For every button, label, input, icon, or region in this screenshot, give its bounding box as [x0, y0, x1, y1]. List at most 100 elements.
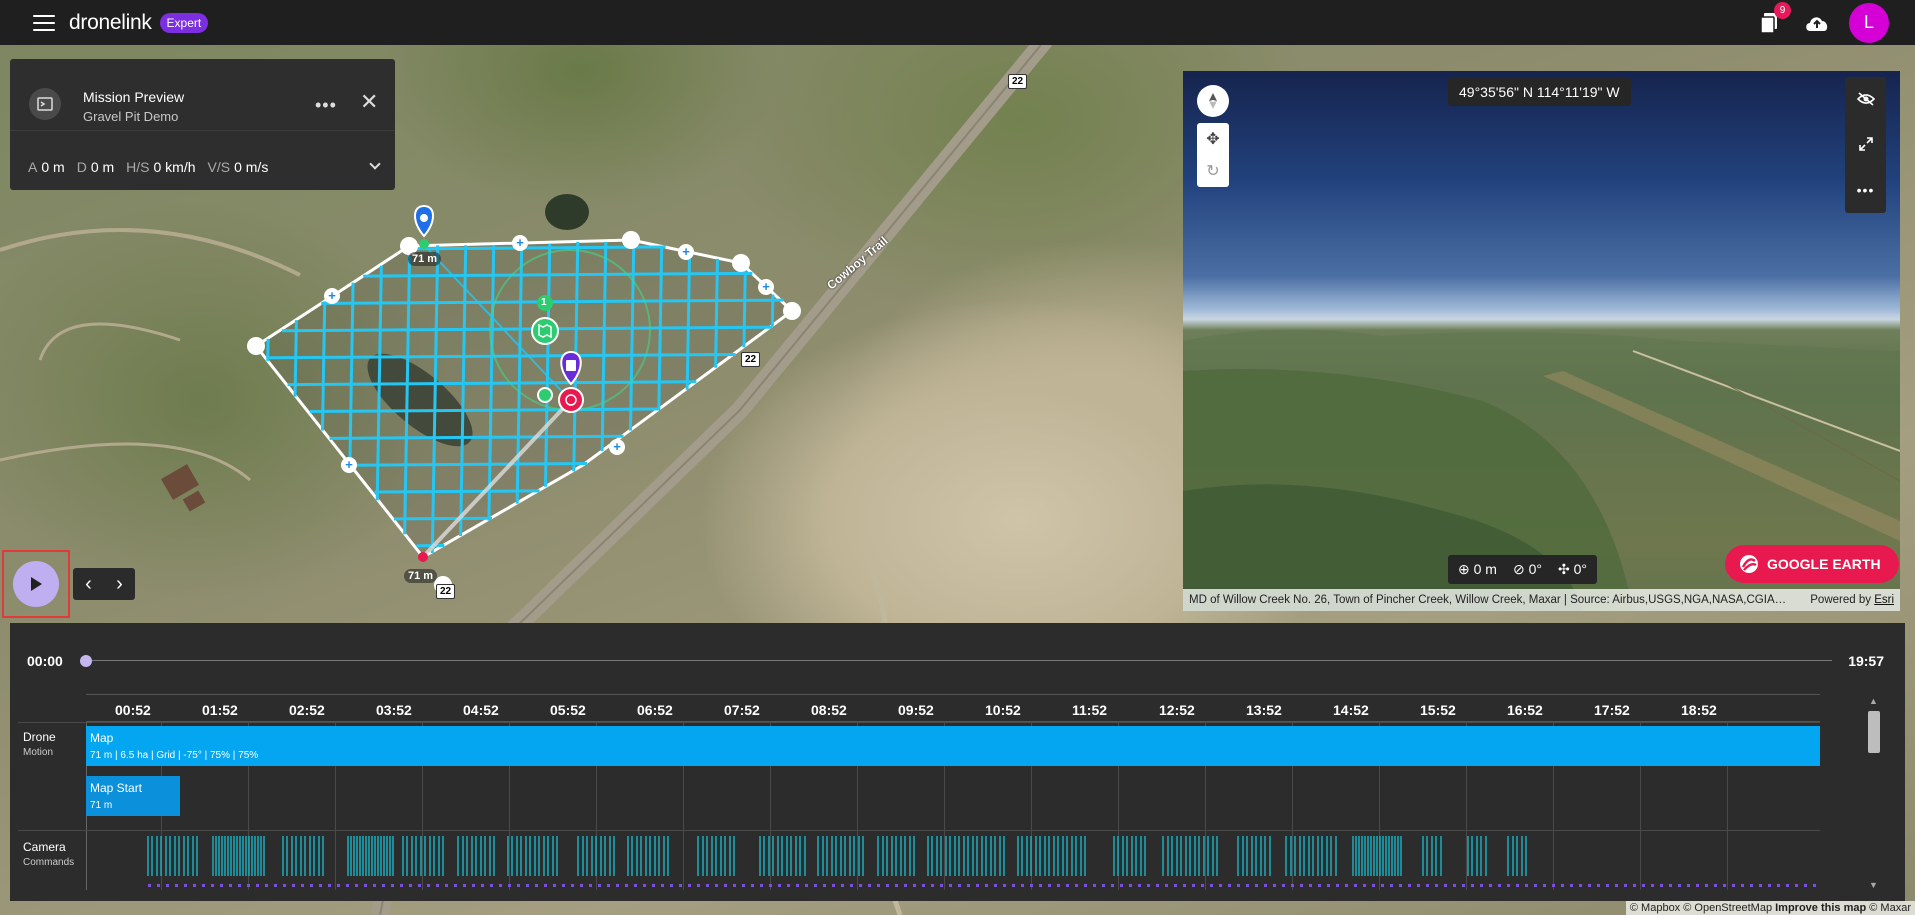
start-time: 00:00	[27, 653, 63, 669]
terminal-icon	[29, 88, 61, 120]
svg-text:+: +	[613, 439, 621, 454]
svg-text:+: +	[328, 288, 336, 303]
ruler-tick-label: 17:52	[1594, 702, 1630, 718]
notification-count: 9	[1774, 1, 1791, 19]
timeline-scrollbar[interactable]: ▲ ▼	[1867, 694, 1881, 890]
pan-icon[interactable]: ✥	[1197, 123, 1229, 155]
telemetry-stats: A0 m D0 m H/S 0 km/h V/S 0 m/s	[28, 159, 268, 175]
altitude-stat: A0 m	[28, 159, 65, 175]
vertex-handle[interactable]	[622, 231, 640, 249]
ruler-tick-label: 15:52	[1420, 702, 1456, 718]
segment-title: Map	[90, 731, 114, 745]
hide-eye-icon[interactable]	[1856, 92, 1875, 106]
scroll-down-icon[interactable]: ▼	[1869, 880, 1878, 890]
gimbal-readout: ✣ 0°	[1557, 561, 1587, 577]
powered-by: Powered by Esri	[1810, 594, 1894, 606]
ruler-tick-label: 10:52	[985, 702, 1021, 718]
svg-text:+: +	[682, 244, 690, 259]
3d-preview-panel[interactable]: 49°35'56" N 114°11'19" W ✥ ↻ ••• ⊕ 0 m ⊘…	[1183, 71, 1900, 611]
drone-position-icon[interactable]	[558, 387, 584, 413]
3d-view-toolbar: •••	[1845, 77, 1886, 213]
scrollbar-thumb[interactable]	[1868, 711, 1880, 753]
distance-stat: D0 m	[76, 159, 115, 175]
3d-attribution-text: MD of Willow Creek No. 26, Town of Pinch…	[1189, 594, 1787, 606]
play-control-frame	[2, 550, 70, 618]
ruler-tick-label: 00:52	[115, 702, 151, 718]
panel-title: Mission Preview	[83, 89, 185, 105]
horizontal-speed-stat: H/S 0 km/h	[126, 159, 196, 175]
mission-name: Gravel Pit Demo	[83, 109, 179, 124]
camera-commands-track[interactable]	[18, 832, 1820, 892]
gimbal-marker[interactable]	[537, 387, 553, 403]
brand-logo[interactable]: dronelink	[69, 11, 152, 35]
view-status-bar: ⊕ 0 m ⊘ 0° ✣ 0°	[1448, 555, 1597, 584]
ruler-tick-label: 05:52	[550, 702, 586, 718]
more-options-icon[interactable]: •••	[1857, 182, 1875, 198]
ruler-tick-label: 02:52	[289, 702, 325, 718]
vertex-handle[interactable]	[247, 337, 265, 355]
google-earth-button[interactable]: GOOGLE EARTH	[1725, 545, 1899, 583]
close-icon[interactable]: ✕	[360, 89, 378, 115]
timeline-grid: 00:52 01:52 02:52 03:52 04:52 05:52 06:52 07:52…	[18, 694, 1873, 890]
google-earth-label: GOOGLE EARTH	[1767, 556, 1881, 572]
cloud-upload-icon	[1806, 16, 1828, 31]
end-time: 19:57	[1848, 653, 1884, 669]
end-marker[interactable]	[418, 552, 428, 562]
ruler-tick-label: 13:52	[1246, 702, 1282, 718]
map-segment[interactable]: Map 71 m | 6.5 ha | Grid | -75° | 75% | …	[86, 726, 1820, 766]
gimbal-icon: ✣	[1557, 561, 1570, 577]
menu-icon[interactable]	[33, 14, 55, 31]
ruler-tick-label: 18:52	[1681, 702, 1717, 718]
map-attribution-text: © Mapbox © OpenStreetMap	[1629, 902, 1773, 914]
svg-text:+: +	[516, 235, 524, 250]
heading-readout: ⊘ 0°	[1512, 561, 1542, 577]
segment-detail: 71 m | 6.5 ha | Grid | -75° | 75% | 75%	[90, 750, 259, 761]
compass-icon[interactable]	[1197, 85, 1229, 117]
chevron-down-icon[interactable]	[369, 158, 381, 170]
vertex-handle[interactable]	[783, 302, 801, 320]
segment-detail: 71 m	[90, 800, 113, 811]
scrubber-track[interactable]	[86, 660, 1832, 661]
mission-pin-icon[interactable]	[560, 350, 582, 386]
ruler-tick-label: 08:52	[811, 702, 847, 718]
vertex-handle[interactable]	[732, 254, 750, 272]
scroll-up-icon[interactable]: ▲	[1869, 696, 1878, 706]
road-shield: 22	[1008, 74, 1028, 89]
play-icon	[31, 577, 42, 591]
next-step-icon[interactable]: ›	[116, 573, 123, 596]
user-avatar[interactable]: L	[1849, 2, 1889, 43]
altitude-readout: ⊕ 0 m	[1458, 561, 1497, 577]
time-ruler: 00:52 01:52 02:52 03:52 04:52 05:52 06:52 07:52…	[86, 694, 1820, 722]
more-options-icon[interactable]: •••	[315, 95, 337, 116]
ruler-tick-label: 14:52	[1333, 702, 1369, 718]
3d-attribution: MD of Willow Creek No. 26, Town of Pinch…	[1183, 589, 1900, 611]
map-component-icon[interactable]	[531, 317, 559, 345]
row-label-drone: Drone Motion	[23, 730, 56, 758]
rotate-icon[interactable]: ↻	[1197, 155, 1229, 187]
takeoff-pin-icon[interactable]	[414, 204, 434, 249]
mission-preview-panel: Mission Preview Gravel Pit Demo ••• ✕ A0…	[10, 59, 395, 190]
segment-title: Map Start	[90, 781, 143, 795]
map-start-segment[interactable]: Map Start 71 m	[86, 776, 180, 816]
upload-button[interactable]	[1803, 9, 1831, 37]
ruler-tick-label: 07:52	[724, 702, 760, 718]
esri-link[interactable]: Esri	[1874, 594, 1894, 606]
plan-badge: Expert	[159, 12, 209, 33]
svg-text:+: +	[762, 279, 770, 294]
play-button[interactable]	[13, 561, 59, 607]
time-scrubber[interactable]: 00:00 19:57	[10, 623, 1905, 695]
fullscreen-icon[interactable]	[1858, 136, 1874, 152]
ruler-tick-label: 12:52	[1159, 702, 1195, 718]
scrubber-handle[interactable]	[80, 655, 92, 667]
heading-icon: ⊘	[1512, 561, 1525, 577]
ruler-tick-label: 16:52	[1507, 702, 1543, 718]
maxar-attribution: © Maxar	[1869, 902, 1911, 914]
ruler-tick-label: 04:52	[463, 702, 499, 718]
previous-step-icon[interactable]: ‹	[85, 573, 92, 596]
improve-map-link[interactable]: Improve this map	[1775, 902, 1866, 914]
ruler-tick-label: 06:52	[637, 702, 673, 718]
terrain-view	[1183, 329, 1900, 611]
notifications-button[interactable]: 9	[1755, 1, 1791, 37]
svg-text:+: +	[345, 457, 353, 472]
add-vertex-handles[interactable]: + + + + + +	[324, 235, 774, 473]
